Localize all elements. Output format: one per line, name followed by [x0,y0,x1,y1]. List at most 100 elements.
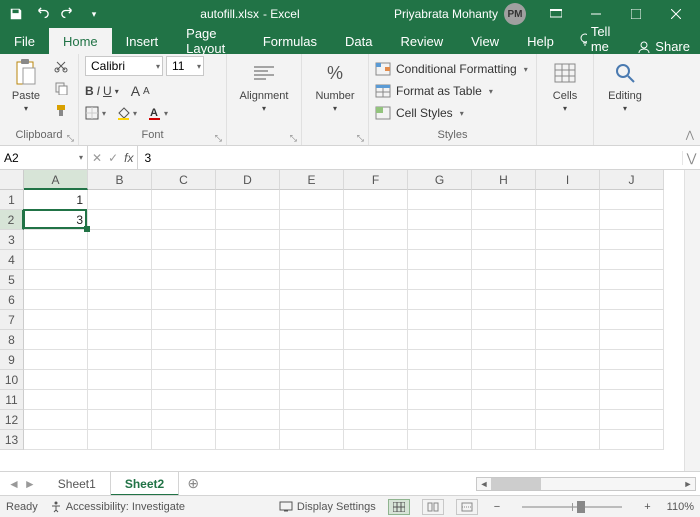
redo-icon[interactable] [56,2,80,26]
cancel-formula-icon[interactable]: ✕ [92,151,102,165]
cell[interactable] [216,230,280,250]
user-avatar[interactable]: PM [504,3,526,25]
row-header[interactable]: 3 [0,230,24,250]
borders-button[interactable] [85,106,99,120]
cell[interactable] [152,190,216,210]
zoom-slider[interactable] [522,506,622,508]
cell[interactable] [472,230,536,250]
row-header[interactable]: 7 [0,310,24,330]
cell[interactable] [280,250,344,270]
font-launcher-icon[interactable]: ⤡ [215,133,222,144]
cell[interactable] [280,410,344,430]
column-header[interactable]: J [600,170,664,190]
cell[interactable] [472,390,536,410]
cell[interactable] [536,190,600,210]
cell[interactable] [408,330,472,350]
cell[interactable] [152,310,216,330]
display-settings-button[interactable]: Display Settings [279,501,376,513]
cell[interactable] [24,430,88,450]
cell[interactable] [408,210,472,230]
cell[interactable] [600,350,664,370]
accessibility-button[interactable]: Accessibility: Investigate [50,501,185,513]
cell[interactable] [216,430,280,450]
normal-view-button[interactable] [388,499,410,515]
cell[interactable] [472,410,536,430]
column-header[interactable]: F [344,170,408,190]
cell[interactable] [88,390,152,410]
cell[interactable] [88,290,152,310]
cell[interactable]: 3 [24,210,88,230]
cell[interactable] [472,350,536,370]
cell[interactable] [536,350,600,370]
cell[interactable] [344,430,408,450]
cell[interactable] [280,350,344,370]
cut-button[interactable] [50,56,72,76]
cell[interactable] [600,370,664,390]
tab-page-layout[interactable]: Page Layout [172,28,249,54]
collapse-ribbon-icon[interactable]: ⋀ [686,130,694,141]
cell[interactable] [408,250,472,270]
cell[interactable] [344,410,408,430]
hscroll-left-icon[interactable]: ◄ [477,479,491,489]
cell[interactable] [216,390,280,410]
number-button[interactable]: % Number▾ [308,56,362,114]
cell[interactable] [280,270,344,290]
cell[interactable] [280,310,344,330]
tell-me-button[interactable]: Tell me [568,24,627,54]
tab-view[interactable]: View [457,28,513,54]
cell[interactable] [216,290,280,310]
cell[interactable] [88,330,152,350]
format-painter-button[interactable] [50,100,72,120]
fill-handle[interactable] [84,226,90,232]
cell[interactable] [216,370,280,390]
shrink-font-button[interactable]: A [143,86,150,97]
cell[interactable] [472,290,536,310]
row-header[interactable]: 2 [0,210,24,230]
cell[interactable] [152,410,216,430]
cell[interactable] [216,410,280,430]
cell[interactable] [280,210,344,230]
cell[interactable] [536,210,600,230]
zoom-slider-knob[interactable] [577,501,585,513]
sheet-nav-prev-icon[interactable]: ◄ [8,477,20,491]
clipboard-launcher-icon[interactable]: ⤡ [67,133,74,144]
cell[interactable] [344,250,408,270]
alignment-launcher-icon[interactable]: ⤡ [290,133,297,144]
cell[interactable] [152,390,216,410]
cell[interactable] [344,370,408,390]
bold-button[interactable]: B [85,84,94,98]
hscroll-right-icon[interactable]: ► [681,479,695,489]
cell[interactable] [472,190,536,210]
cell[interactable] [88,250,152,270]
cell[interactable] [280,430,344,450]
name-box-dropdown-icon[interactable]: ▾ [79,153,83,162]
cell[interactable] [600,290,664,310]
cell[interactable] [408,350,472,370]
cell[interactable] [280,290,344,310]
cells-button[interactable]: Cells▾ [543,56,587,114]
cell[interactable] [88,270,152,290]
tab-formulas[interactable]: Formulas [249,28,331,54]
share-button[interactable]: Share [627,39,700,54]
row-header[interactable]: 12 [0,410,24,430]
save-icon[interactable] [4,2,28,26]
cell[interactable] [344,190,408,210]
borders-dropdown-icon[interactable]: ▾ [102,109,106,118]
cell[interactable] [280,370,344,390]
expand-formula-bar-icon[interactable]: ⋁ [682,151,700,165]
enter-formula-icon[interactable]: ✓ [108,151,118,165]
cell[interactable] [344,310,408,330]
column-header[interactable]: D [216,170,280,190]
fill-color-dropdown-icon[interactable]: ▾ [133,109,137,118]
cell[interactable] [24,350,88,370]
italic-button[interactable]: I [97,84,100,98]
cell[interactable] [600,310,664,330]
cell[interactable] [88,310,152,330]
user-name[interactable]: Priyabrata Mohanty [394,7,498,21]
alignment-button[interactable]: Alignment▾ [233,56,295,114]
cell[interactable] [600,250,664,270]
cell[interactable] [152,250,216,270]
cell[interactable] [600,410,664,430]
cell[interactable] [24,230,88,250]
sheet-tab[interactable]: Sheet2 [111,472,179,496]
